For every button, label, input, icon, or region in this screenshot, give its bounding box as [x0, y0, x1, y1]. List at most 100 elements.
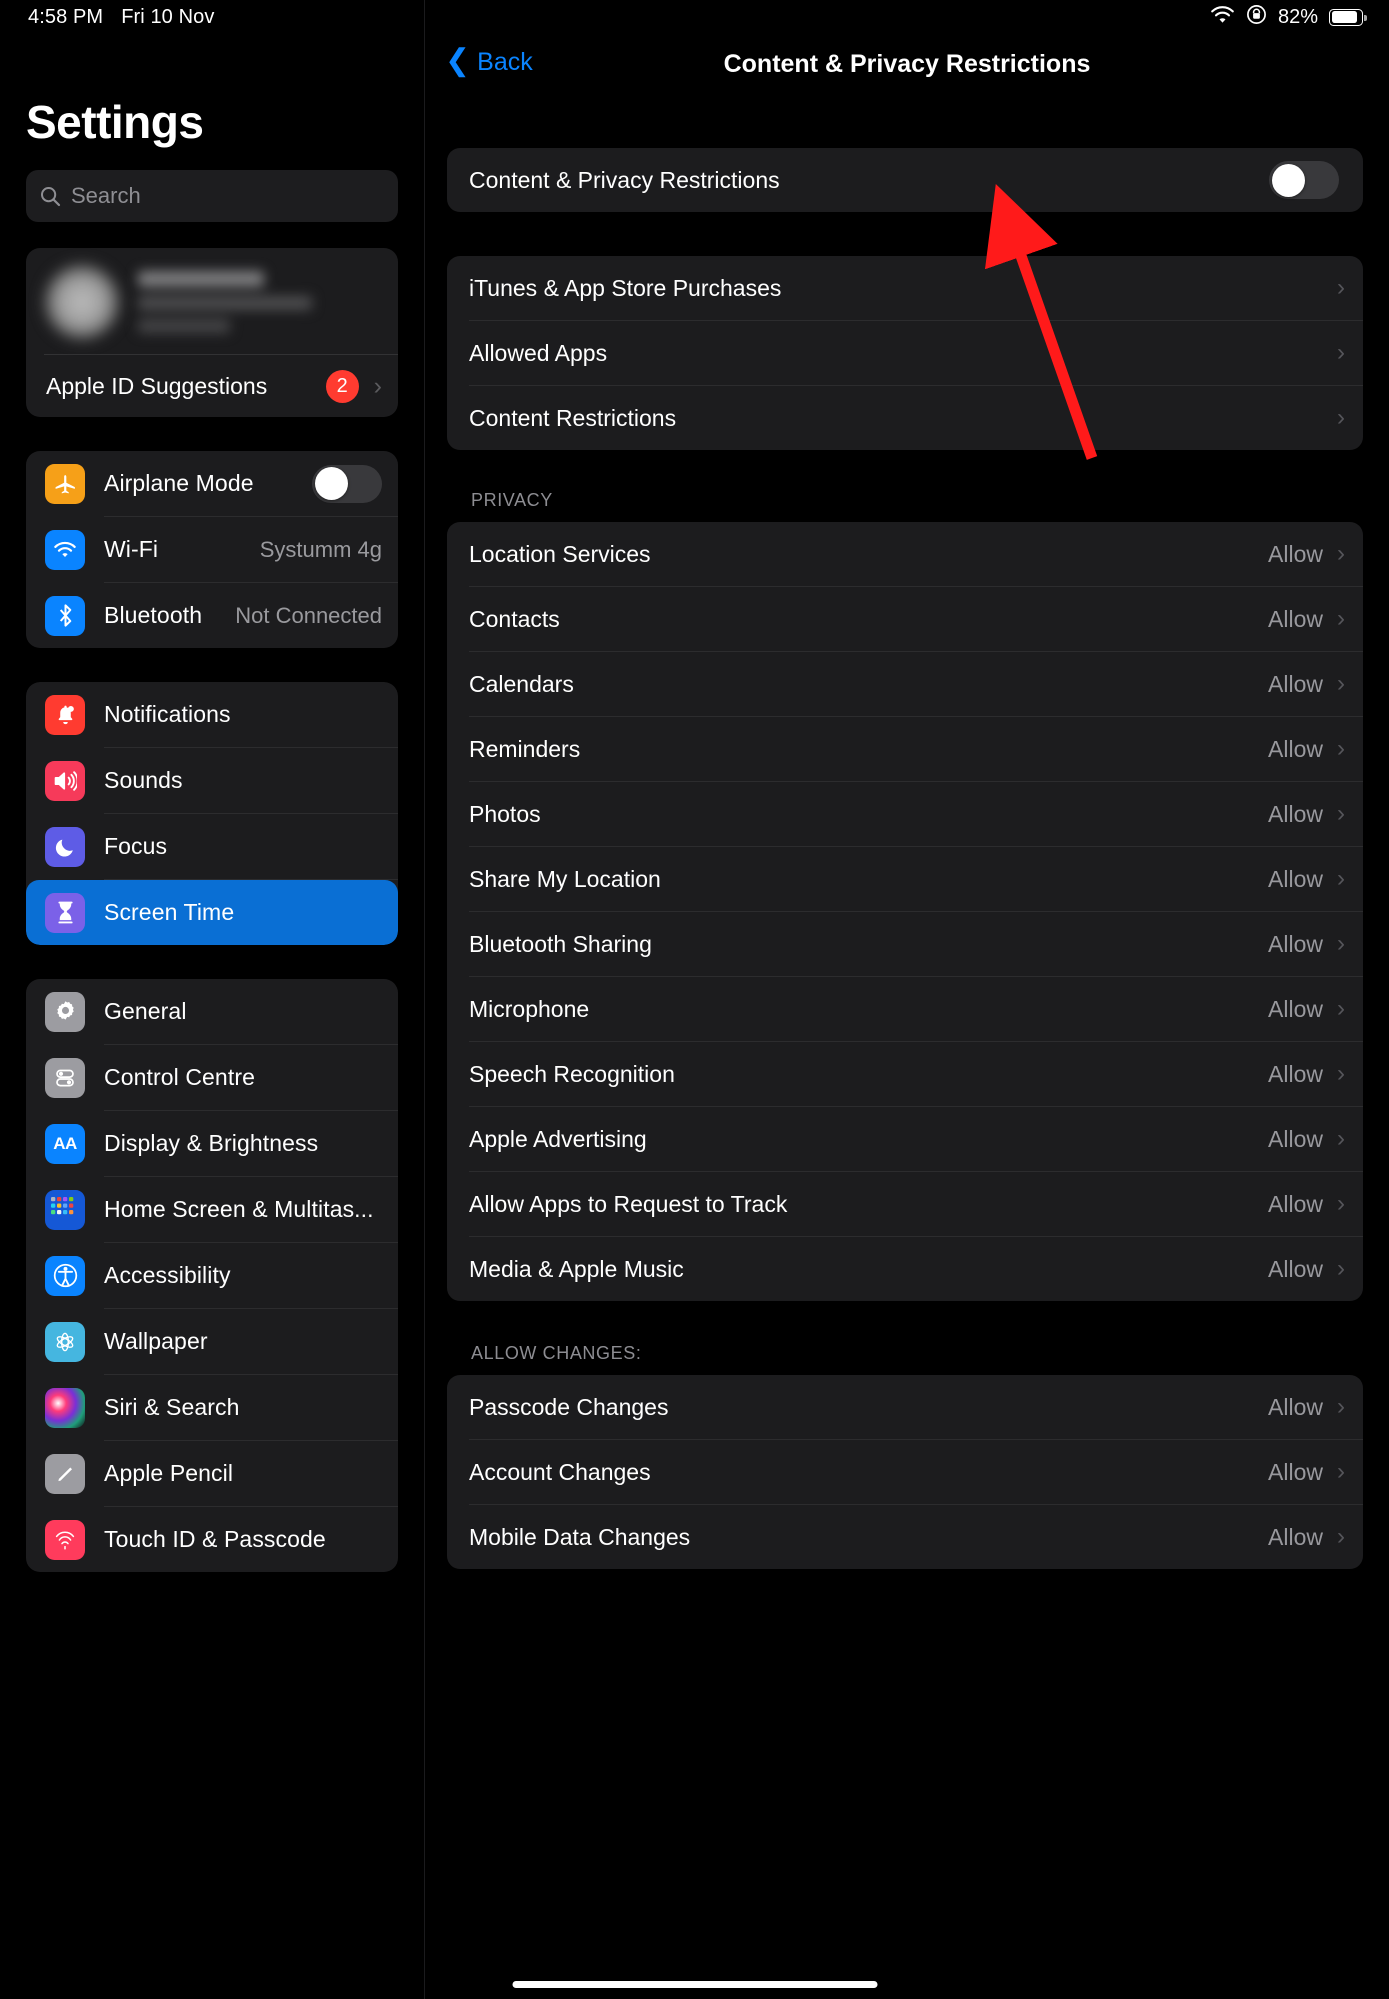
- row-reminders[interactable]: Reminders Allow ›: [447, 717, 1363, 781]
- row-value: Allow: [1268, 1393, 1323, 1420]
- apple-id-card[interactable]: Apple ID Suggestions 2 ›: [26, 248, 398, 417]
- row-label: Passcode Changes: [469, 1393, 669, 1420]
- row-value: Allow: [1268, 865, 1323, 892]
- sidebar-item-label: General: [104, 998, 187, 1024]
- allow-changes-section-header: ALLOW CHANGES:: [471, 1343, 642, 1363]
- sidebar-item-bluetooth[interactable]: Bluetooth Not Connected: [26, 583, 398, 648]
- sidebar-item-focus[interactable]: Focus: [26, 814, 398, 879]
- control-centre-icon: [45, 1057, 85, 1098]
- home-indicator: [512, 1981, 877, 1988]
- row-label: Media & Apple Music: [469, 1255, 684, 1282]
- row-microphone[interactable]: Microphone Allow ›: [447, 977, 1363, 1041]
- sidebar-item-label: Display & Brightness: [104, 1130, 319, 1156]
- privacy-section-header: PRIVACY: [471, 490, 553, 510]
- row-label: Location Services: [469, 540, 651, 567]
- sidebar-item-apple-id-suggestions[interactable]: Apple ID Suggestions 2 ›: [26, 355, 398, 417]
- sidebar-item-display-brightness[interactable]: AA Display & Brightness: [26, 1111, 398, 1176]
- sidebar-item-airplane-mode[interactable]: Airplane Mode: [26, 451, 398, 516]
- row-value: Allow: [1268, 1190, 1323, 1217]
- chevron-right-icon: ›: [1337, 1393, 1345, 1420]
- row-apple-advertising[interactable]: Apple Advertising Allow ›: [447, 1107, 1363, 1171]
- apple-id-account-row[interactable]: [26, 248, 398, 354]
- sidebar-item-general[interactable]: General: [26, 979, 398, 1044]
- row-label: Calendars: [469, 670, 574, 697]
- row-passcode-changes[interactable]: Passcode Changes Allow ›: [447, 1375, 1363, 1439]
- row-allowed-apps[interactable]: Allowed Apps ›: [447, 321, 1363, 385]
- row-allow-apps-to-request-to-track[interactable]: Allow Apps to Request to Track Allow ›: [447, 1172, 1363, 1236]
- chevron-right-icon: ›: [1337, 339, 1345, 366]
- row-media-apple-music[interactable]: Media & Apple Music Allow ›: [447, 1237, 1363, 1301]
- content-privacy-master-row[interactable]: Content & Privacy Restrictions: [447, 148, 1363, 212]
- gear-icon: [45, 991, 85, 1032]
- settings-sidebar: Settings Search Apple ID Suggestions 2 ›…: [0, 0, 425, 1999]
- restrictions-group: iTunes & App Store Purchases › Allowed A…: [447, 256, 1363, 450]
- row-account-changes[interactable]: Account Changes Allow ›: [447, 1440, 1363, 1504]
- sidebar-item-wallpaper[interactable]: Wallpaper: [26, 1309, 398, 1374]
- sidebar-item-label: Accessibility: [104, 1262, 231, 1288]
- search-input[interactable]: Search: [26, 170, 398, 222]
- chevron-right-icon: ›: [1337, 605, 1345, 632]
- row-label: Photos: [469, 800, 541, 827]
- row-contacts[interactable]: Contacts Allow ›: [447, 587, 1363, 651]
- sidebar-item-notifications[interactable]: Notifications: [26, 682, 398, 747]
- chevron-right-icon: ›: [1337, 735, 1345, 762]
- status-date: Fri 10 Nov: [121, 5, 215, 28]
- row-calendars[interactable]: Calendars Allow ›: [447, 652, 1363, 716]
- sidebar-item-label: Bluetooth: [104, 602, 203, 628]
- airplane-icon: [45, 463, 85, 504]
- row-content-restrictions[interactable]: Content Restrictions ›: [447, 386, 1363, 450]
- battery-percent: 82%: [1277, 5, 1318, 28]
- row-mobile-data-changes[interactable]: Mobile Data Changes Allow ›: [447, 1505, 1363, 1569]
- sidebar-item-label: Control Centre: [104, 1064, 255, 1090]
- row-bluetooth-sharing[interactable]: Bluetooth Sharing Allow ›: [447, 912, 1363, 976]
- row-value: Allow: [1268, 1523, 1323, 1550]
- chevron-right-icon: ›: [1337, 1523, 1345, 1550]
- rotation-lock-icon: [1246, 4, 1267, 30]
- sidebar-item-wifi[interactable]: Wi-Fi Systumm 4g: [26, 517, 398, 582]
- sidebar-group-connectivity: Airplane Mode Wi-Fi Systumm 4g Bluetooth…: [26, 451, 398, 648]
- airplane-mode-toggle[interactable]: [312, 464, 382, 503]
- wallpaper-icon: [45, 1321, 85, 1362]
- sidebar-item-sounds[interactable]: Sounds: [26, 748, 398, 813]
- sidebar-item-label: Focus: [104, 833, 168, 859]
- row-value: Allow: [1268, 1125, 1323, 1152]
- chevron-right-icon: ›: [1337, 274, 1345, 301]
- row-photos[interactable]: Photos Allow ›: [447, 782, 1363, 846]
- content-privacy-master-card: Content & Privacy Restrictions: [447, 148, 1363, 212]
- privacy-group: Location Services Allow › Contacts Allow…: [447, 522, 1363, 1301]
- chevron-right-icon: ›: [1337, 404, 1345, 431]
- row-speech-recognition[interactable]: Speech Recognition Allow ›: [447, 1042, 1363, 1106]
- chevron-right-icon: ›: [1337, 1125, 1345, 1152]
- bluetooth-status-value: Not Connected: [235, 602, 382, 628]
- row-location-services[interactable]: Location Services Allow ›: [447, 522, 1363, 586]
- master-toggle-label: Content & Privacy Restrictions: [469, 166, 780, 193]
- sidebar-item-control-centre[interactable]: Control Centre: [26, 1045, 398, 1110]
- sidebar-item-label: Notifications: [104, 701, 231, 727]
- wifi-network-value: Systumm 4g: [259, 536, 382, 562]
- sidebar-item-accessibility[interactable]: Accessibility: [26, 1243, 398, 1308]
- sidebar-item-home-screen[interactable]: Home Screen & Multitas...: [26, 1177, 398, 1242]
- sidebar-item-label: Apple Pencil: [104, 1460, 234, 1486]
- row-label: Apple Advertising: [469, 1125, 647, 1152]
- sidebar-item-label: Touch ID & Passcode: [104, 1526, 326, 1552]
- detail-scroll: Content & Privacy Restrictions iTunes & …: [425, 148, 1389, 1569]
- sidebar-group-preferences: General Control Centre AA Display & Brig…: [26, 979, 398, 1572]
- row-itunes-app-store-purchases[interactable]: iTunes & App Store Purchases ›: [447, 256, 1363, 320]
- sidebar-item-label: Wallpaper: [104, 1328, 208, 1354]
- sidebar-item-touch-id-passcode[interactable]: Touch ID & Passcode: [26, 1507, 398, 1572]
- sidebar-item-siri-search[interactable]: Siri & Search: [26, 1375, 398, 1440]
- content-privacy-restrictions-toggle[interactable]: [1269, 161, 1339, 199]
- chevron-right-icon: ›: [373, 371, 382, 400]
- row-label: Content Restrictions: [469, 404, 677, 431]
- sidebar-item-label: Home Screen & Multitas...: [104, 1196, 374, 1222]
- sidebar-item-screen-time[interactable]: Screen Time: [26, 880, 398, 945]
- chevron-right-icon: ›: [1337, 930, 1345, 957]
- battery-icon: [1329, 8, 1367, 26]
- accessibility-icon: [45, 1255, 85, 1296]
- row-label: iTunes & App Store Purchases: [469, 274, 782, 301]
- row-label: Allow Apps to Request to Track: [469, 1190, 788, 1217]
- row-share-my-location[interactable]: Share My Location Allow ›: [447, 847, 1363, 911]
- sidebar-item-label: Screen Time: [104, 899, 235, 925]
- search-icon: [40, 186, 61, 207]
- sidebar-item-apple-pencil[interactable]: Apple Pencil: [26, 1441, 398, 1506]
